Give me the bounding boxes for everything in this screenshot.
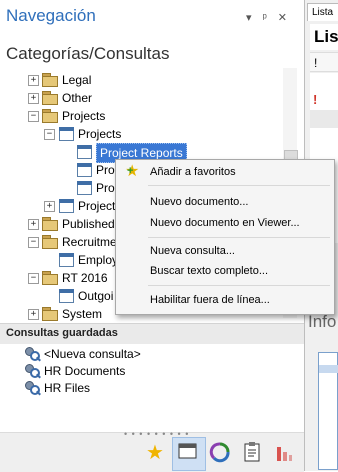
list-column-header[interactable]: ! [310,52,338,72]
list-row[interactable] [310,110,338,128]
saved-query-label: <Nueva consulta> [44,347,141,361]
folder-icon [42,271,58,285]
saved-query-label: HR Files [44,381,91,395]
tree-item-label: Projects [78,127,122,141]
document-icon [58,199,74,213]
expand-icon[interactable]: + [28,219,39,230]
collapse-icon[interactable]: − [28,111,39,122]
menu-separator [148,285,330,286]
tree-item-label: Other [62,91,93,105]
preview-frame-titlebar [319,365,338,373]
menu-item-add-favorites[interactable]: Añadir a favoritos [150,162,236,182]
menu-item-new-document-viewer[interactable]: Nuevo documento en Viewer... [150,213,300,233]
categories-heading: Categorías/Consultas [6,44,170,63]
query-icon [24,364,41,379]
tree-item-label: Pro [96,163,115,177]
menu-separator [148,237,330,238]
folder-icon [42,217,58,231]
tree-item-label: Projects [62,109,106,123]
panel-window-buttons[interactable]: ▾ ᵖ ✕ [246,11,291,24]
tree-item-label: System [62,307,103,321]
tree-item-label: Employ [78,253,119,267]
folder-icon [42,73,58,87]
expand-icon[interactable]: + [44,201,55,212]
sync-icon[interactable] [208,441,232,465]
saved-query-label: HR Documents [44,364,126,378]
folder-icon [42,91,58,105]
menu-item-fulltext-search[interactable]: Buscar texto completo... [150,261,268,281]
tree-item-label: Published [62,217,115,231]
menu-item-new-query[interactable]: Nueva consulta... [150,241,235,261]
collapse-icon[interactable]: − [28,273,39,284]
tree-item-label: Pro [96,181,115,195]
star-icon[interactable]: ★ [143,441,167,465]
document-icon [76,181,92,195]
tree-item-label: Outgoi [78,289,114,303]
expand-icon[interactable]: + [28,309,39,320]
info-heading: Info [308,312,337,331]
add-plus-icon: + [127,165,134,177]
menu-separator [148,185,330,186]
panel-title: Navegación [6,6,96,25]
collapse-icon[interactable]: − [28,237,39,248]
tab-list[interactable]: Lista [307,3,338,21]
query-icon [24,347,41,362]
clipboard-icon[interactable] [240,441,264,465]
tree-item-label: Legal [62,73,92,87]
list-title: Lis [310,24,338,50]
document-icon [58,127,74,141]
folder-view-icon[interactable] [176,441,200,465]
document-icon [58,289,74,303]
document-icon [58,253,74,267]
chart-icon[interactable] [272,441,296,465]
collapse-icon[interactable]: − [44,129,55,140]
folder-icon [42,109,58,123]
folder-icon [42,235,58,249]
menu-item-enable-offline[interactable]: Habilitar fuera de línea... [150,290,270,310]
tree-item-label: Project [78,199,116,213]
tree-item-label: RT 2016 [62,271,108,285]
expand-icon[interactable]: + [28,93,39,104]
priority-flag-icon: ! [313,92,318,107]
folder-icon [42,307,58,321]
document-icon [76,163,92,177]
query-icon [24,381,41,396]
document-icon [76,145,92,159]
menu-item-new-document[interactable]: Nuevo documento... [150,192,248,212]
expand-icon[interactable]: + [28,75,39,86]
saved-queries-title: Consultas guardadas [6,327,118,339]
